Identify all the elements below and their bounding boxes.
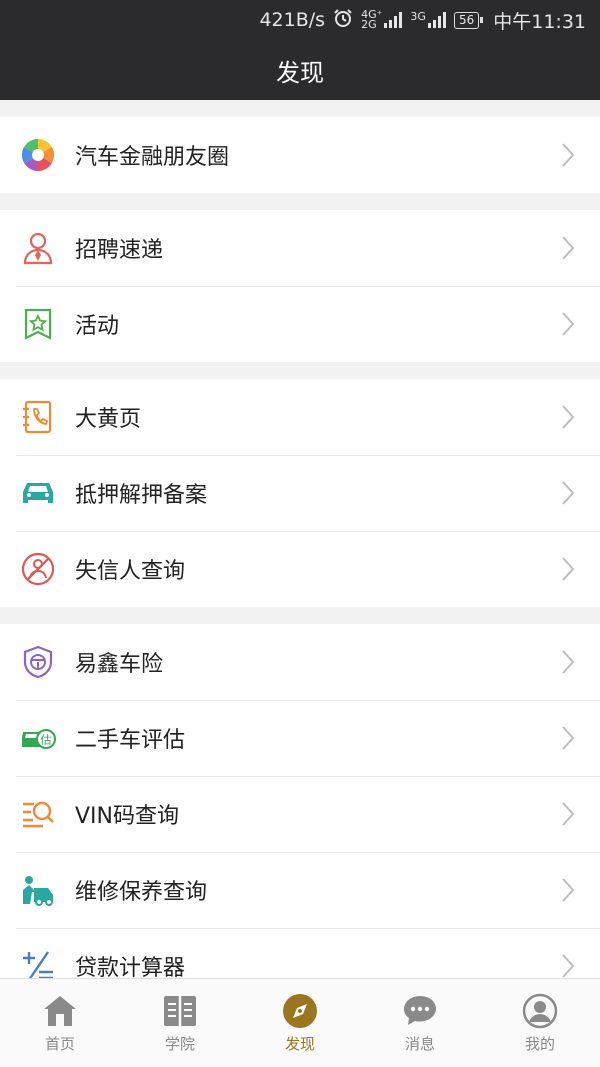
list-item-label: 维修保养查询 [75, 880, 208, 905]
chevron-right-icon [548, 304, 588, 344]
group-3: 大黄页 抵押解押备案 失信人查询 [0, 379, 600, 607]
list-item-loan-calculator[interactable]: 贷款计算器 [0, 928, 600, 978]
list-item-label: 抵押解押备案 [75, 483, 208, 508]
status-bar: 421B/s 4G⁺ 2G 3G 56 中午11:31 [0, 0, 600, 40]
chevron-right-icon [548, 794, 588, 834]
list-item-label: 汽车金融朋友圈 [75, 145, 230, 170]
svg-text:估: 估 [41, 734, 52, 747]
list-item-label: 贷款计算器 [75, 956, 186, 978]
person-banned-icon [20, 551, 56, 587]
signal-3g-icon: 3G [410, 11, 446, 28]
home-icon [42, 993, 78, 1029]
list-item-recruitment[interactable]: 招聘速递 [0, 210, 600, 286]
compass-icon [282, 993, 318, 1029]
page-title: 发现 [276, 58, 324, 87]
steering-shield-icon [20, 644, 56, 680]
star-bookmark-icon [20, 306, 56, 342]
list-item-car-insurance[interactable]: 易鑫车险 [0, 624, 600, 700]
chat-bubble-icon [402, 993, 438, 1029]
bottom-tab-bar: 首页 学院 发现 消息 我的 [0, 978, 600, 1067]
list-search-icon [20, 796, 56, 832]
chevron-right-icon [548, 473, 588, 513]
list-item-label: 大黄页 [75, 407, 142, 432]
signal-4g-icon: 4G⁺ 2G [361, 9, 403, 30]
chevron-right-icon [548, 135, 588, 175]
list-item-mortgage-filing[interactable]: 抵押解押备案 [0, 455, 600, 531]
discover-list: 汽车金融朋友圈 招聘速递 活动 大黄页 抵押解押备案 失信人查询 易鑫车险 估 … [0, 100, 600, 978]
battery-icon: 56 [453, 11, 484, 29]
chevron-right-icon [548, 718, 588, 758]
chevron-right-icon [548, 549, 588, 589]
list-item-maintenance-query[interactable]: 维修保养查询 [0, 852, 600, 928]
tab-messages[interactable]: 消息 [360, 979, 480, 1067]
list-item-label: 二手车评估 [75, 728, 186, 753]
chevron-right-icon [548, 228, 588, 268]
group-2: 招聘速递 活动 [0, 210, 600, 362]
car-repair-icon [20, 872, 56, 908]
car-estimate-icon: 估 [20, 720, 56, 756]
list-item-label: 招聘速递 [75, 238, 164, 263]
list-item-vin-query[interactable]: VIN码查询 [0, 776, 600, 852]
tab-label: 学院 [164, 1034, 195, 1053]
list-item-used-car-evaluation[interactable]: 估 二手车评估 [0, 700, 600, 776]
tab-label: 首页 [44, 1034, 75, 1053]
tab-label: 消息 [404, 1034, 435, 1053]
title-bar: 发现 [0, 40, 600, 100]
list-item-activity[interactable]: 活动 [0, 286, 600, 362]
list-item-label: VIN码查询 [75, 804, 179, 829]
chevron-right-icon [548, 642, 588, 682]
tab-home[interactable]: 首页 [0, 979, 120, 1067]
person-tie-icon [20, 230, 56, 266]
tab-label: 发现 [284, 1034, 315, 1053]
battery-level: 56 [458, 12, 475, 27]
tab-academy[interactable]: 学院 [120, 979, 240, 1067]
tab-mine[interactable]: 我的 [480, 979, 600, 1067]
chevron-right-icon [548, 397, 588, 437]
list-item-label: 失信人查询 [75, 559, 186, 584]
list-item-label: 易鑫车险 [75, 652, 164, 677]
tab-label: 我的 [524, 1034, 555, 1053]
color-aperture-icon [20, 137, 56, 173]
group-4: 易鑫车险 估 二手车评估 VIN码查询 维修保养查询 贷款计算器 [0, 624, 600, 978]
list-item-finance-circle[interactable]: 汽车金融朋友圈 [0, 117, 600, 193]
list-item-dishonest-query[interactable]: 失信人查询 [0, 531, 600, 607]
user-avatar-icon [522, 993, 558, 1029]
list-item-yellow-pages[interactable]: 大黄页 [0, 379, 600, 455]
clock: 中午11:31 [493, 10, 586, 33]
calculator-icon [20, 948, 56, 978]
list-item-label: 活动 [75, 314, 120, 339]
alarm-icon [333, 8, 353, 33]
book-icon [162, 993, 198, 1029]
chevron-right-icon [548, 870, 588, 910]
car-icon [20, 475, 56, 511]
network-speed: 421B/s [259, 9, 326, 31]
group-1: 汽车金融朋友圈 [0, 117, 600, 193]
phone-book-icon [20, 399, 56, 435]
tab-discover[interactable]: 发现 [240, 979, 360, 1067]
chevron-right-icon [548, 946, 588, 978]
